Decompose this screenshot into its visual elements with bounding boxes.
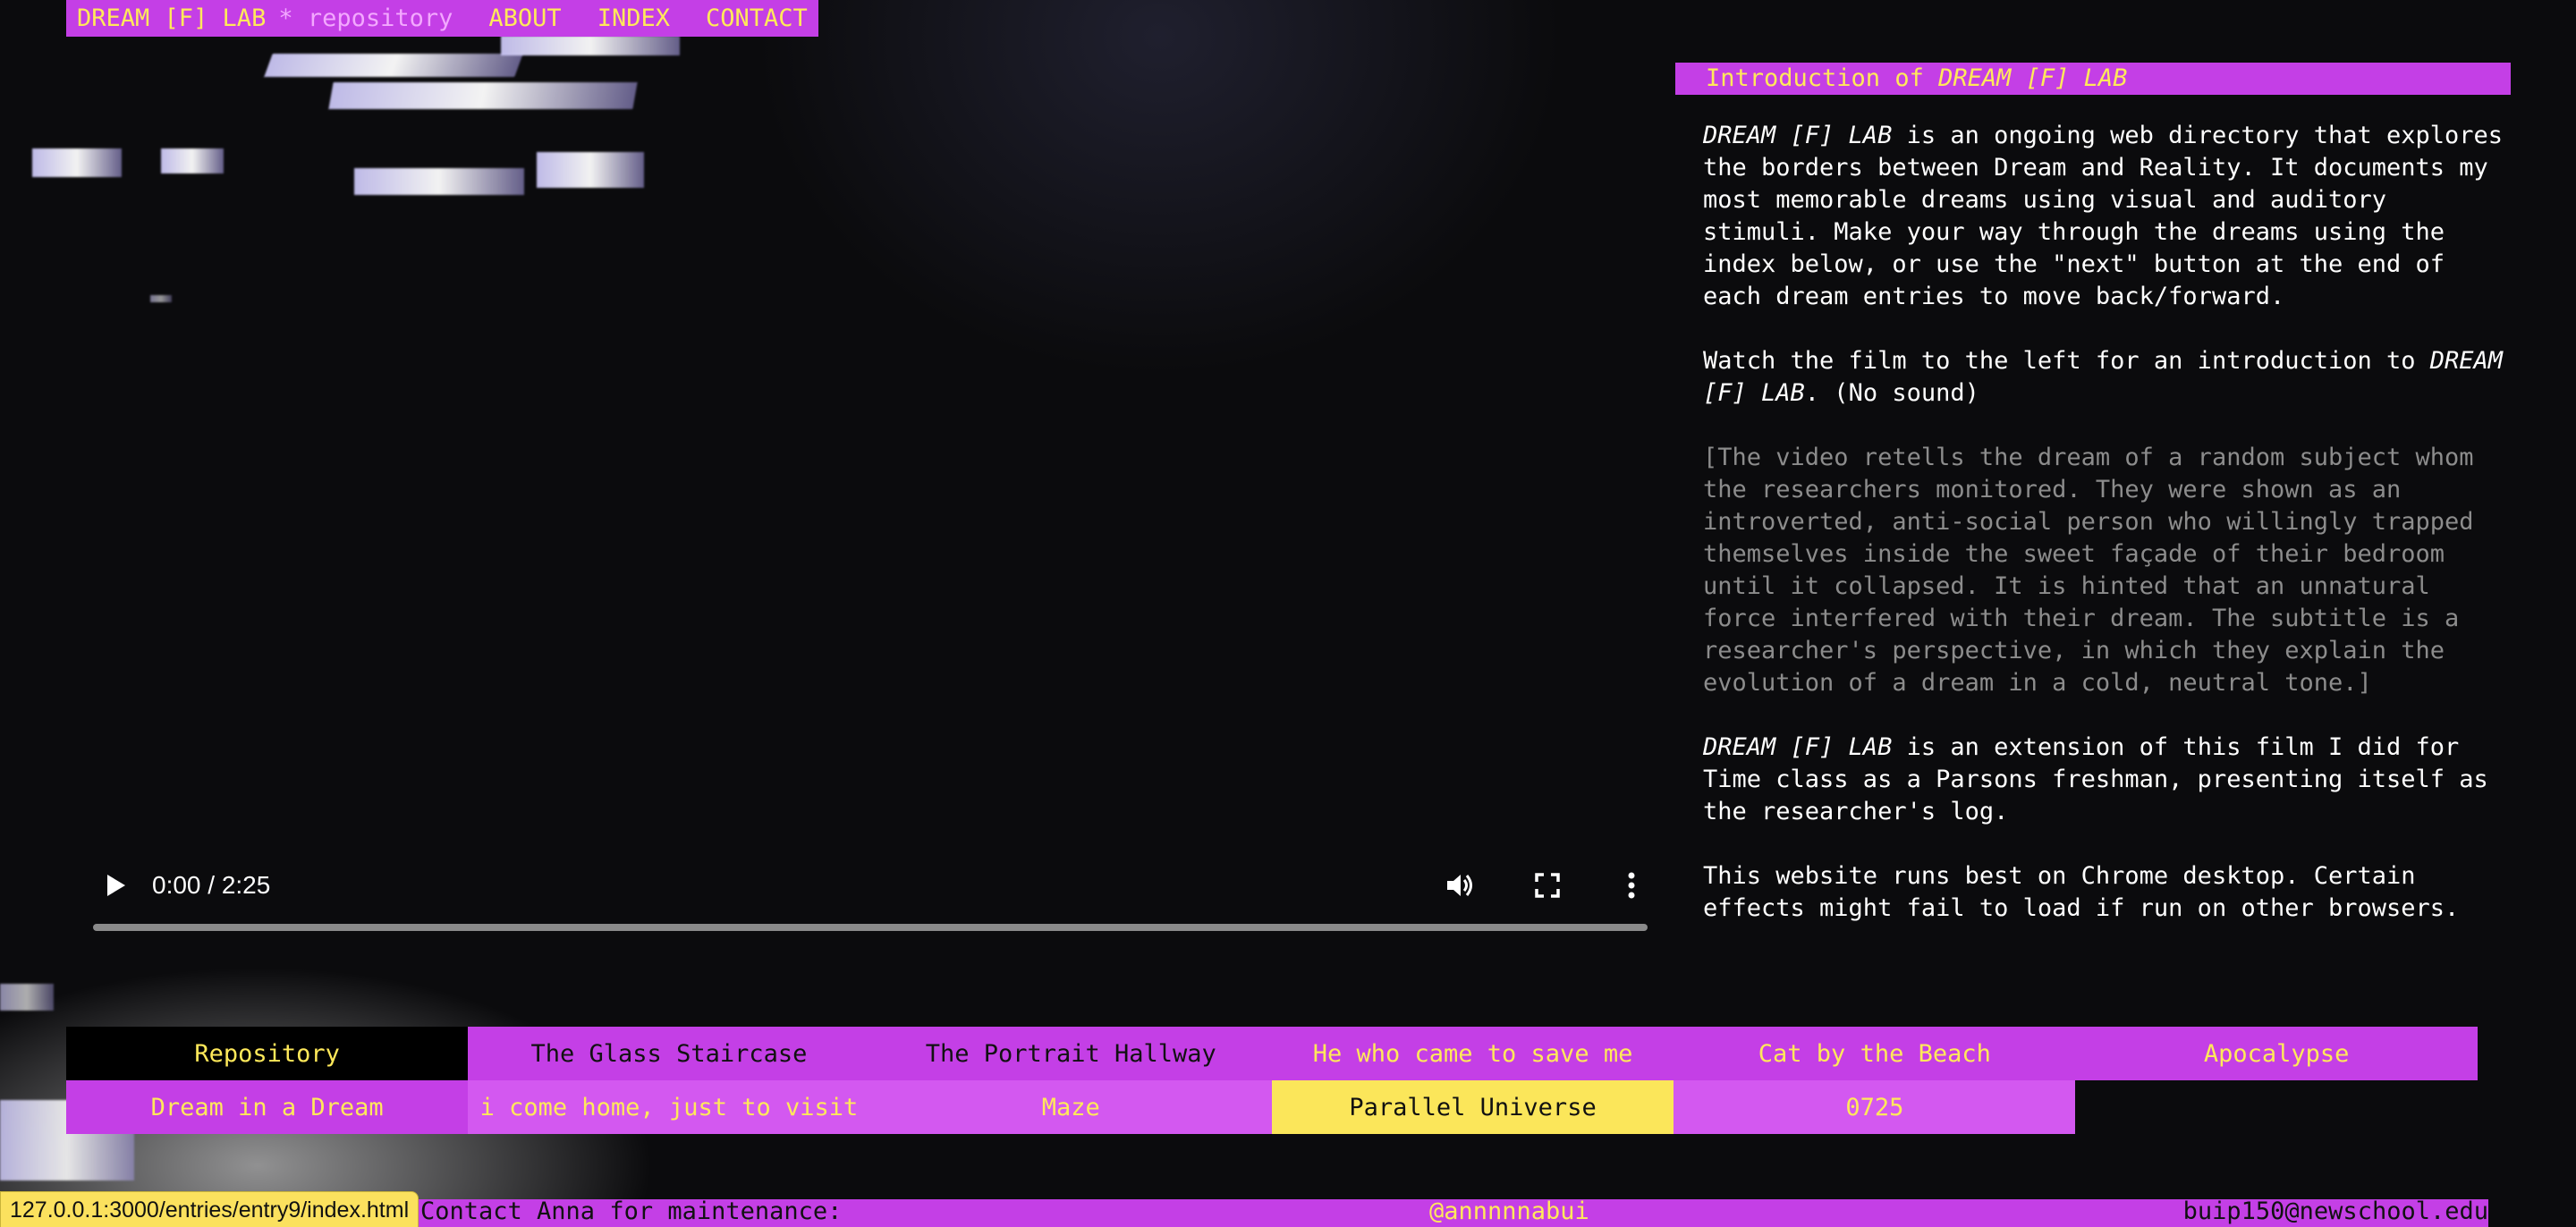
index-link-0725[interactable]: 0725 <box>1674 1080 2076 1134</box>
index-link-i-come-home[interactable]: i come home, just to visit <box>468 1080 870 1134</box>
page: DREAM [F] LAB * repository ABOUT INDEX C… <box>0 0 2576 1227</box>
intro-paragraph-2: Watch the film to the left for an introd… <box>1703 345 2517 410</box>
glitch-stroke <box>264 54 523 77</box>
nav-link-index[interactable]: INDEX <box>597 4 670 32</box>
footer-email-link[interactable]: buip150@newschool.edu <box>2183 1196 2488 1227</box>
grid-row-2: Dream in a Dream i come home, just to vi… <box>66 1080 2478 1134</box>
intro-header: Introduction of DREAM [F] LAB <box>1675 63 2511 95</box>
footer-instagram-link[interactable]: @annnnnabui <box>1429 1196 1589 1227</box>
fullscreen-button[interactable] <box>1530 867 1565 903</box>
intro-p4-title: DREAM [F] LAB <box>1703 733 1893 761</box>
index-link-parallel-universe[interactable]: Parallel Universe <box>1271 1080 1674 1134</box>
glitch-stroke <box>161 148 224 173</box>
more-options-button[interactable] <box>1614 867 1649 903</box>
glitch-stroke <box>537 152 644 188</box>
footer-contact-bar: Contact Anna for maintenance: @annnnnabu… <box>376 1196 2488 1227</box>
intro-paragraph-3: [The video retells the dream of a random… <box>1703 444 2474 697</box>
intro-paragraph-4: DREAM [F] LAB is an extension of this fi… <box>1703 732 2517 828</box>
play-button[interactable] <box>97 867 132 903</box>
grid-row-1: Repository The Glass Staircase The Portr… <box>66 1027 2478 1080</box>
brand-subtitle: * repository <box>278 4 453 32</box>
index-link-he-who-came[interactable]: He who came to save me <box>1271 1027 1674 1080</box>
index-link-maze[interactable]: Maze <box>869 1080 1272 1134</box>
intro-paragraph-1: DREAM [F] LAB is an ongoing web director… <box>1703 120 2517 313</box>
intro-header-prefix: Introduction of <box>1706 64 1939 92</box>
video-time: 0:00 / 2:25 <box>152 871 271 899</box>
volume-button[interactable] <box>1442 867 1478 903</box>
video-progress-bar[interactable] <box>93 924 1648 931</box>
play-icon <box>107 875 125 896</box>
intro-p2-end: . (No sound) <box>1804 379 1979 407</box>
nav-link-contact[interactable]: CONTACT <box>706 4 808 32</box>
intro-body: DREAM [F] LAB is an ongoing web director… <box>1703 120 2517 957</box>
intro-header-title: DREAM [F] LAB <box>1938 64 2128 92</box>
glitch-stroke <box>354 168 524 195</box>
index-link-glass-staircase[interactable]: The Glass Staircase <box>468 1027 870 1080</box>
footer-contact-label: Contact Anna for maintenance: <box>420 1197 843 1225</box>
intro-paragraph-5: This website runs best on Chrome desktop… <box>1703 862 2460 922</box>
top-nav: DREAM [F] LAB * repository ABOUT INDEX C… <box>66 0 818 37</box>
index-link-cat-by-the-beach[interactable]: Cat by the Beach <box>1674 1027 2076 1080</box>
intro-p1-text: is an ongoing web directory that explore… <box>1703 122 2504 310</box>
glitch-stroke <box>32 148 122 177</box>
glitch-stroke <box>501 36 680 55</box>
grid-empty-cell <box>2075 1080 2477 1134</box>
brand-logo-text[interactable]: DREAM [F] LAB <box>77 4 266 32</box>
fullscreen-icon <box>1535 873 1560 898</box>
video-player-controls: 0:00 / 2:25 <box>93 859 1649 931</box>
index-link-repository[interactable]: Repository <box>66 1027 469 1080</box>
more-vert-icon <box>1628 872 1635 899</box>
dream-index-grid: Repository The Glass Staircase The Portr… <box>66 1027 2478 1134</box>
index-link-apocalypse[interactable]: Apocalypse <box>2075 1027 2478 1080</box>
nav-link-about[interactable]: ABOUT <box>488 4 561 32</box>
index-link-dream-in-a-dream[interactable]: Dream in a Dream <box>66 1080 469 1134</box>
volume-icon <box>1447 875 1472 896</box>
glitch-stroke <box>0 984 54 1011</box>
index-link-portrait-hallway[interactable]: The Portrait Hallway <box>869 1027 1272 1080</box>
browser-status-url: 127.0.0.1:3000/entries/entry9/index.html <box>0 1191 419 1227</box>
glitch-stroke <box>150 295 172 302</box>
intro-p1-title: DREAM [F] LAB <box>1703 122 1893 149</box>
glitch-stroke <box>328 82 638 109</box>
intro-p2-start: Watch the film to the left for an introd… <box>1703 347 2430 375</box>
